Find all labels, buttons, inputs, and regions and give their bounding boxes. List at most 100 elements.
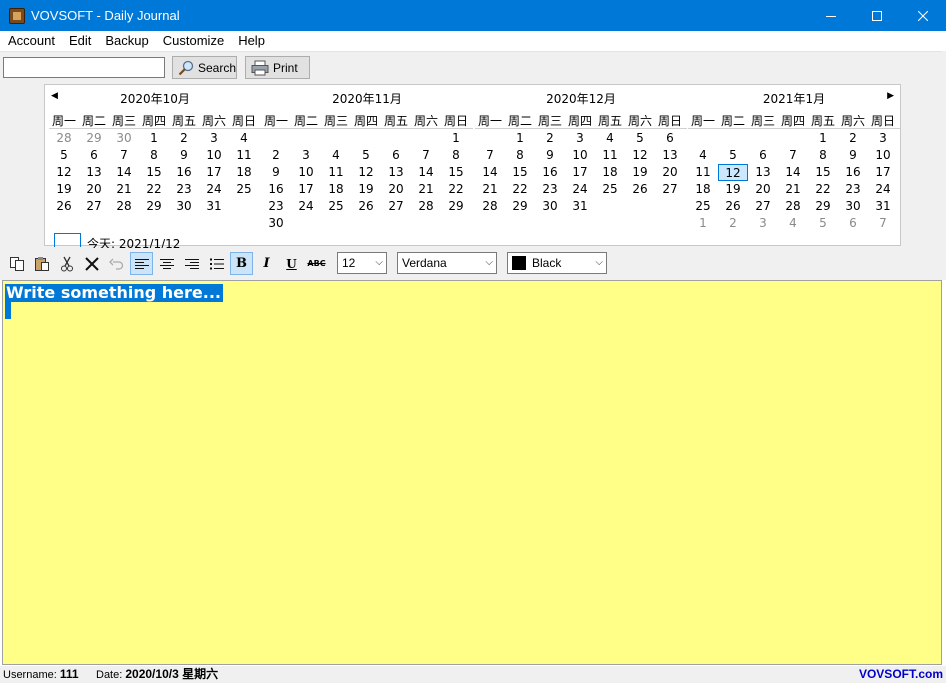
calendar-day[interactable]: 13 (655, 147, 685, 164)
calendar-day[interactable]: 14 (475, 164, 505, 181)
bold-button[interactable]: B (230, 252, 253, 275)
calendar-day[interactable]: 30 (261, 215, 291, 232)
calendar-day[interactable]: 9 (261, 164, 291, 181)
calendar-day[interactable]: 10 (565, 147, 595, 164)
calendar-day[interactable]: 7 (475, 147, 505, 164)
calendar-day[interactable]: 17 (199, 164, 229, 181)
calendar-day[interactable]: 14 (778, 164, 808, 181)
calendar-day[interactable]: 2 (169, 130, 199, 147)
calendar-day[interactable]: 4 (229, 130, 259, 147)
calendar-day[interactable]: 2 (261, 147, 291, 164)
calendar-day[interactable]: 25 (229, 181, 259, 198)
calendar-day[interactable]: 19 (351, 181, 381, 198)
calendar-day[interactable]: 16 (169, 164, 199, 181)
calendar-day[interactable]: 21 (778, 181, 808, 198)
calendar-day[interactable]: 6 (381, 147, 411, 164)
calendar-month-title[interactable]: 2020年10月 (49, 90, 261, 107)
calendar-day[interactable]: 6 (79, 147, 109, 164)
underline-button[interactable]: U (280, 252, 303, 275)
calendar-day[interactable]: 2 (535, 130, 565, 147)
calendar-day[interactable]: 16 (261, 181, 291, 198)
calendar-day[interactable]: 3 (748, 215, 778, 232)
calendar-day[interactable]: 15 (441, 164, 471, 181)
calendar-day[interactable]: 30 (838, 198, 868, 215)
undo-button[interactable] (105, 252, 128, 275)
calendar-day[interactable]: 3 (565, 130, 595, 147)
calendar-day[interactable]: 28 (49, 130, 79, 147)
journal-editor[interactable]: Write something here... (2, 280, 942, 665)
calendar-day[interactable]: 13 (381, 164, 411, 181)
calendar-day[interactable]: 14 (411, 164, 441, 181)
calendar-day[interactable]: 21 (411, 181, 441, 198)
calendar-day[interactable]: 1 (139, 130, 169, 147)
calendar-day[interactable]: 11 (595, 147, 625, 164)
calendar-day[interactable]: 13 (79, 164, 109, 181)
calendar-day[interactable]: 19 (718, 181, 748, 198)
italic-button[interactable]: I (255, 252, 278, 275)
menu-customize[interactable]: Customize (156, 31, 231, 51)
calendar-day[interactable]: 24 (291, 198, 321, 215)
calendar-day[interactable]: 15 (808, 164, 838, 181)
calendar-day[interactable]: 18 (321, 181, 351, 198)
calendar-day[interactable]: 16 (838, 164, 868, 181)
calendar-day[interactable]: 21 (109, 181, 139, 198)
search-button[interactable]: Search (172, 56, 237, 79)
calendar-day[interactable]: 24 (565, 181, 595, 198)
font-size-select[interactable]: 12 ⌵ (337, 252, 387, 274)
calendar-day[interactable]: 22 (808, 181, 838, 198)
calendar-day[interactable]: 29 (139, 198, 169, 215)
menu-edit[interactable]: Edit (62, 31, 98, 51)
calendar-day[interactable]: 20 (655, 164, 685, 181)
minimize-button[interactable] (808, 0, 854, 31)
calendar-day[interactable]: 28 (475, 198, 505, 215)
calendar-day[interactable]: 27 (748, 198, 778, 215)
calendar-day[interactable]: 4 (688, 147, 718, 164)
vovsoft-link[interactable]: VOVSOFT.com (859, 666, 943, 683)
calendar-day[interactable]: 26 (718, 198, 748, 215)
calendar-day[interactable]: 10 (291, 164, 321, 181)
calendar-day[interactable]: 30 (535, 198, 565, 215)
calendar-day[interactable]: 25 (321, 198, 351, 215)
calendar-day[interactable]: 8 (808, 147, 838, 164)
calendar-day[interactable]: 1 (808, 130, 838, 147)
calendar-day[interactable]: 4 (778, 215, 808, 232)
calendar-day[interactable]: 30 (169, 198, 199, 215)
calendar-day[interactable]: 27 (79, 198, 109, 215)
calendar-day[interactable]: 19 (625, 164, 655, 181)
calendar-day[interactable]: 12 (718, 164, 748, 181)
calendar-day[interactable]: 4 (595, 130, 625, 147)
calendar-day[interactable]: 5 (49, 147, 79, 164)
menu-backup[interactable]: Backup (98, 31, 155, 51)
calendar-day[interactable]: 8 (505, 147, 535, 164)
calendar-month-title[interactable]: 2021年1月 (688, 90, 900, 107)
calendar-day[interactable]: 26 (625, 181, 655, 198)
calendar-day[interactable]: 6 (655, 130, 685, 147)
calendar-day[interactable]: 22 (505, 181, 535, 198)
calendar-day[interactable]: 31 (565, 198, 595, 215)
bullet-list-button[interactable] (205, 252, 228, 275)
calendar-day[interactable]: 27 (381, 198, 411, 215)
menu-account[interactable]: Account (1, 31, 62, 51)
calendar-day[interactable]: 27 (655, 181, 685, 198)
calendar-day[interactable]: 1 (688, 215, 718, 232)
calendar-day[interactable]: 9 (169, 147, 199, 164)
calendar-day[interactable]: 24 (199, 181, 229, 198)
calendar-day[interactable]: 25 (688, 198, 718, 215)
calendar-day[interactable]: 18 (229, 164, 259, 181)
align-right-button[interactable] (180, 252, 203, 275)
calendar-day[interactable]: 2 (718, 215, 748, 232)
cut-button[interactable] (55, 252, 78, 275)
calendar-day[interactable]: 8 (139, 147, 169, 164)
strikethrough-button[interactable]: ABC (305, 252, 328, 275)
maximize-button[interactable] (854, 0, 900, 31)
calendar-day[interactable]: 7 (868, 215, 898, 232)
close-button[interactable] (900, 0, 946, 31)
calendar-day[interactable]: 11 (321, 164, 351, 181)
font-name-select[interactable]: Verdana ⌵ (397, 252, 497, 274)
calendar-day[interactable]: 14 (109, 164, 139, 181)
calendar-day[interactable]: 11 (688, 164, 718, 181)
calendar-day[interactable]: 3 (291, 147, 321, 164)
calendar-day[interactable]: 3 (199, 130, 229, 147)
calendar-day[interactable]: 29 (808, 198, 838, 215)
calendar-day[interactable]: 29 (79, 130, 109, 147)
